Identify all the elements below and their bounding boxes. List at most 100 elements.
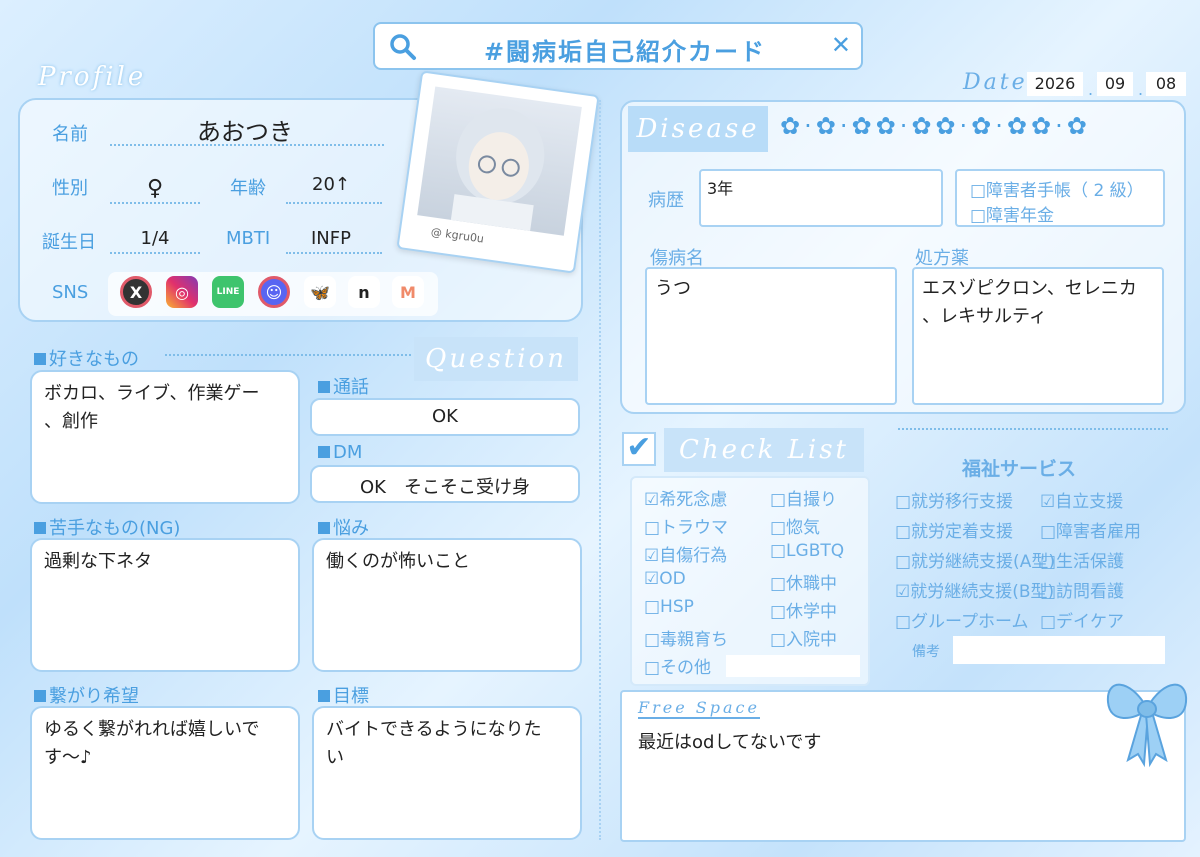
history-box[interactable]: 3年 [699,169,943,227]
birthday-label: 誕生日 [42,232,96,253]
history-label: 病歴 [648,190,684,211]
close-icon[interactable]: ✕ [831,31,851,59]
vertical-divider [599,100,601,840]
welfare-item-2[interactable]: □生活保護 [1040,547,1124,572]
welfare-title: 福祉サービス [962,458,1077,480]
question-heading: Question [414,337,578,381]
date-sep: . [1088,80,1094,99]
name-value[interactable]: あおつき [110,112,380,147]
checklist-item-0[interactable]: □自撮り [770,485,837,510]
call-box[interactable]: OK [310,398,580,436]
checklist-item-3[interactable]: ☑OD [644,569,686,589]
connect-title: 繋がり希望 [34,682,139,708]
checklist-item-5[interactable]: □入院中 [770,625,837,650]
dotted-divider [165,354,411,356]
checklist-item-2[interactable]: ☑自傷行為 [644,541,727,566]
date-label: Date [963,70,1028,95]
call-value: OK [432,406,458,427]
disease-heading: Disease [628,106,768,152]
date-month[interactable]: 09 [1097,72,1133,96]
age-label: 年齢 [230,178,266,199]
divider [286,202,382,204]
mbti-label: MBTI [226,228,271,249]
checklist-item-4[interactable]: □休学中 [770,597,837,622]
date-year[interactable]: 2026 [1027,72,1083,96]
checklist-item-5[interactable]: □毒親育ち [644,625,728,650]
divider [110,252,200,254]
dotted-divider [898,428,1168,430]
welfare-item-3[interactable]: □訪問看護 [1040,577,1124,602]
worries-box[interactable]: 働くのが怖いこと [312,538,582,672]
photo-handle: @ kgru0u [430,225,485,246]
instagram-icon[interactable]: ◎ [166,276,198,308]
line-icon[interactable]: LINE [212,276,244,308]
welfare-item-1[interactable]: □就労定着支援 [895,517,1013,542]
name-label: 名前 [52,124,88,145]
notes-label: 備考 [912,644,940,660]
dm-value: OK そこそこ受け身 [360,477,530,498]
avatar [417,86,582,236]
discord-icon[interactable]: ☺ [258,276,290,308]
divider [286,252,382,254]
misskey-icon[interactable]: M [392,276,424,308]
title-bar: #闘病垢自己紹介カード ✕ [373,22,863,70]
welfare-item-0[interactable]: □就労移行支援 [895,487,1013,512]
checkbox-disability-pension[interactable]: □障害年金 [970,201,1054,226]
search-icon[interactable] [389,33,417,61]
likes-box[interactable]: ボカロ、ライブ、作業ゲー 、創作 [30,370,300,504]
checklist-item-6[interactable]: □その他 [644,653,711,678]
date-sep: . [1138,80,1144,99]
other-input[interactable] [726,655,860,677]
disease-name-box[interactable]: うつ [645,267,897,405]
checklist-item-0[interactable]: ☑希死念慮 [644,485,727,510]
checklist-item-1[interactable]: □惚気 [770,513,820,538]
call-title: 通話 [318,373,369,399]
welfare-item-0[interactable]: ☑自立支援 [1040,487,1123,512]
ribbon-icon [1106,683,1188,768]
connect-box[interactable]: ゆるく繋がれれば嬉しいで す〜♪ [30,706,300,840]
goal-box[interactable]: バイトできるようになりた い [312,706,582,840]
age-value[interactable]: 20↑ [286,174,376,195]
connect-text: ゆるく繋がれれば嬉しいで す〜♪ [44,719,260,768]
worries-title: 悩み [318,514,369,540]
checklist-checkbox-icon: ✔ [622,432,656,466]
welfare-item-4[interactable]: □デイケア [1040,607,1124,632]
history-value: 3年 [707,179,734,198]
bluesky-icon[interactable]: 🦋 [304,276,336,308]
welfare-item-2[interactable]: □就労継続支援(A型) [895,547,1055,572]
gender-value[interactable]: ♀ [110,176,200,201]
goal-title: 目標 [318,682,369,708]
note-icon[interactable]: n [348,276,380,308]
welfare-item-3[interactable]: ☑就労継続支援(B型) [895,577,1054,602]
checkbox-disability-notebook[interactable]: □障害者手帳（ 2 級） [970,176,1144,201]
welfare-item-4[interactable]: □グループホーム [895,607,1029,632]
dislikes-title: 苦手なもの(NG) [34,514,180,540]
checklist-item-2[interactable]: □LGBTQ [770,541,844,561]
dislikes-box[interactable]: 過剰な下ネタ [30,538,300,672]
disease-name-text: うつ [655,278,691,299]
goal-text: バイトできるようになりた い [326,719,542,768]
dm-title: DM [318,442,362,463]
birthday-value[interactable]: 1/4 [110,228,200,249]
checklist-item-1[interactable]: □トラウマ [644,513,728,538]
profile-photo-frame: @ kgru0u [396,70,600,274]
gender-label: 性別 [52,178,88,199]
x-icon[interactable]: X [120,276,152,308]
page-title: #闘病垢自己紹介カード [483,38,767,66]
checklist-item-3[interactable]: □休職中 [770,569,837,594]
notes-input[interactable] [953,636,1165,664]
meds-box[interactable]: エスゾピクロン、セレニカ 、レキサルティ [912,267,1164,405]
likes-text: ボカロ、ライブ、作業ゲー 、創作 [44,383,260,432]
date-day[interactable]: 08 [1146,72,1186,96]
profile-heading: Profile [38,62,147,92]
checklist-item-4[interactable]: □HSP [644,597,694,617]
mbti-value[interactable]: INFP [286,228,376,249]
free-space-text: 最近はodしてないです [638,732,822,753]
meds-text: エスゾピクロン、セレニカ 、レキサルティ [922,278,1137,327]
welfare-item-1[interactable]: □障害者雇用 [1040,517,1141,542]
free-space-heading: Free Space [638,698,760,719]
flower-decoration: ✿·✿·✿✿·✿✿·✿·✿✿·✿ [780,112,1091,140]
worries-text: 働くのが怖いこと [326,551,470,572]
divider [110,202,200,204]
dm-box[interactable]: OK そこそこ受け身 [310,465,580,503]
